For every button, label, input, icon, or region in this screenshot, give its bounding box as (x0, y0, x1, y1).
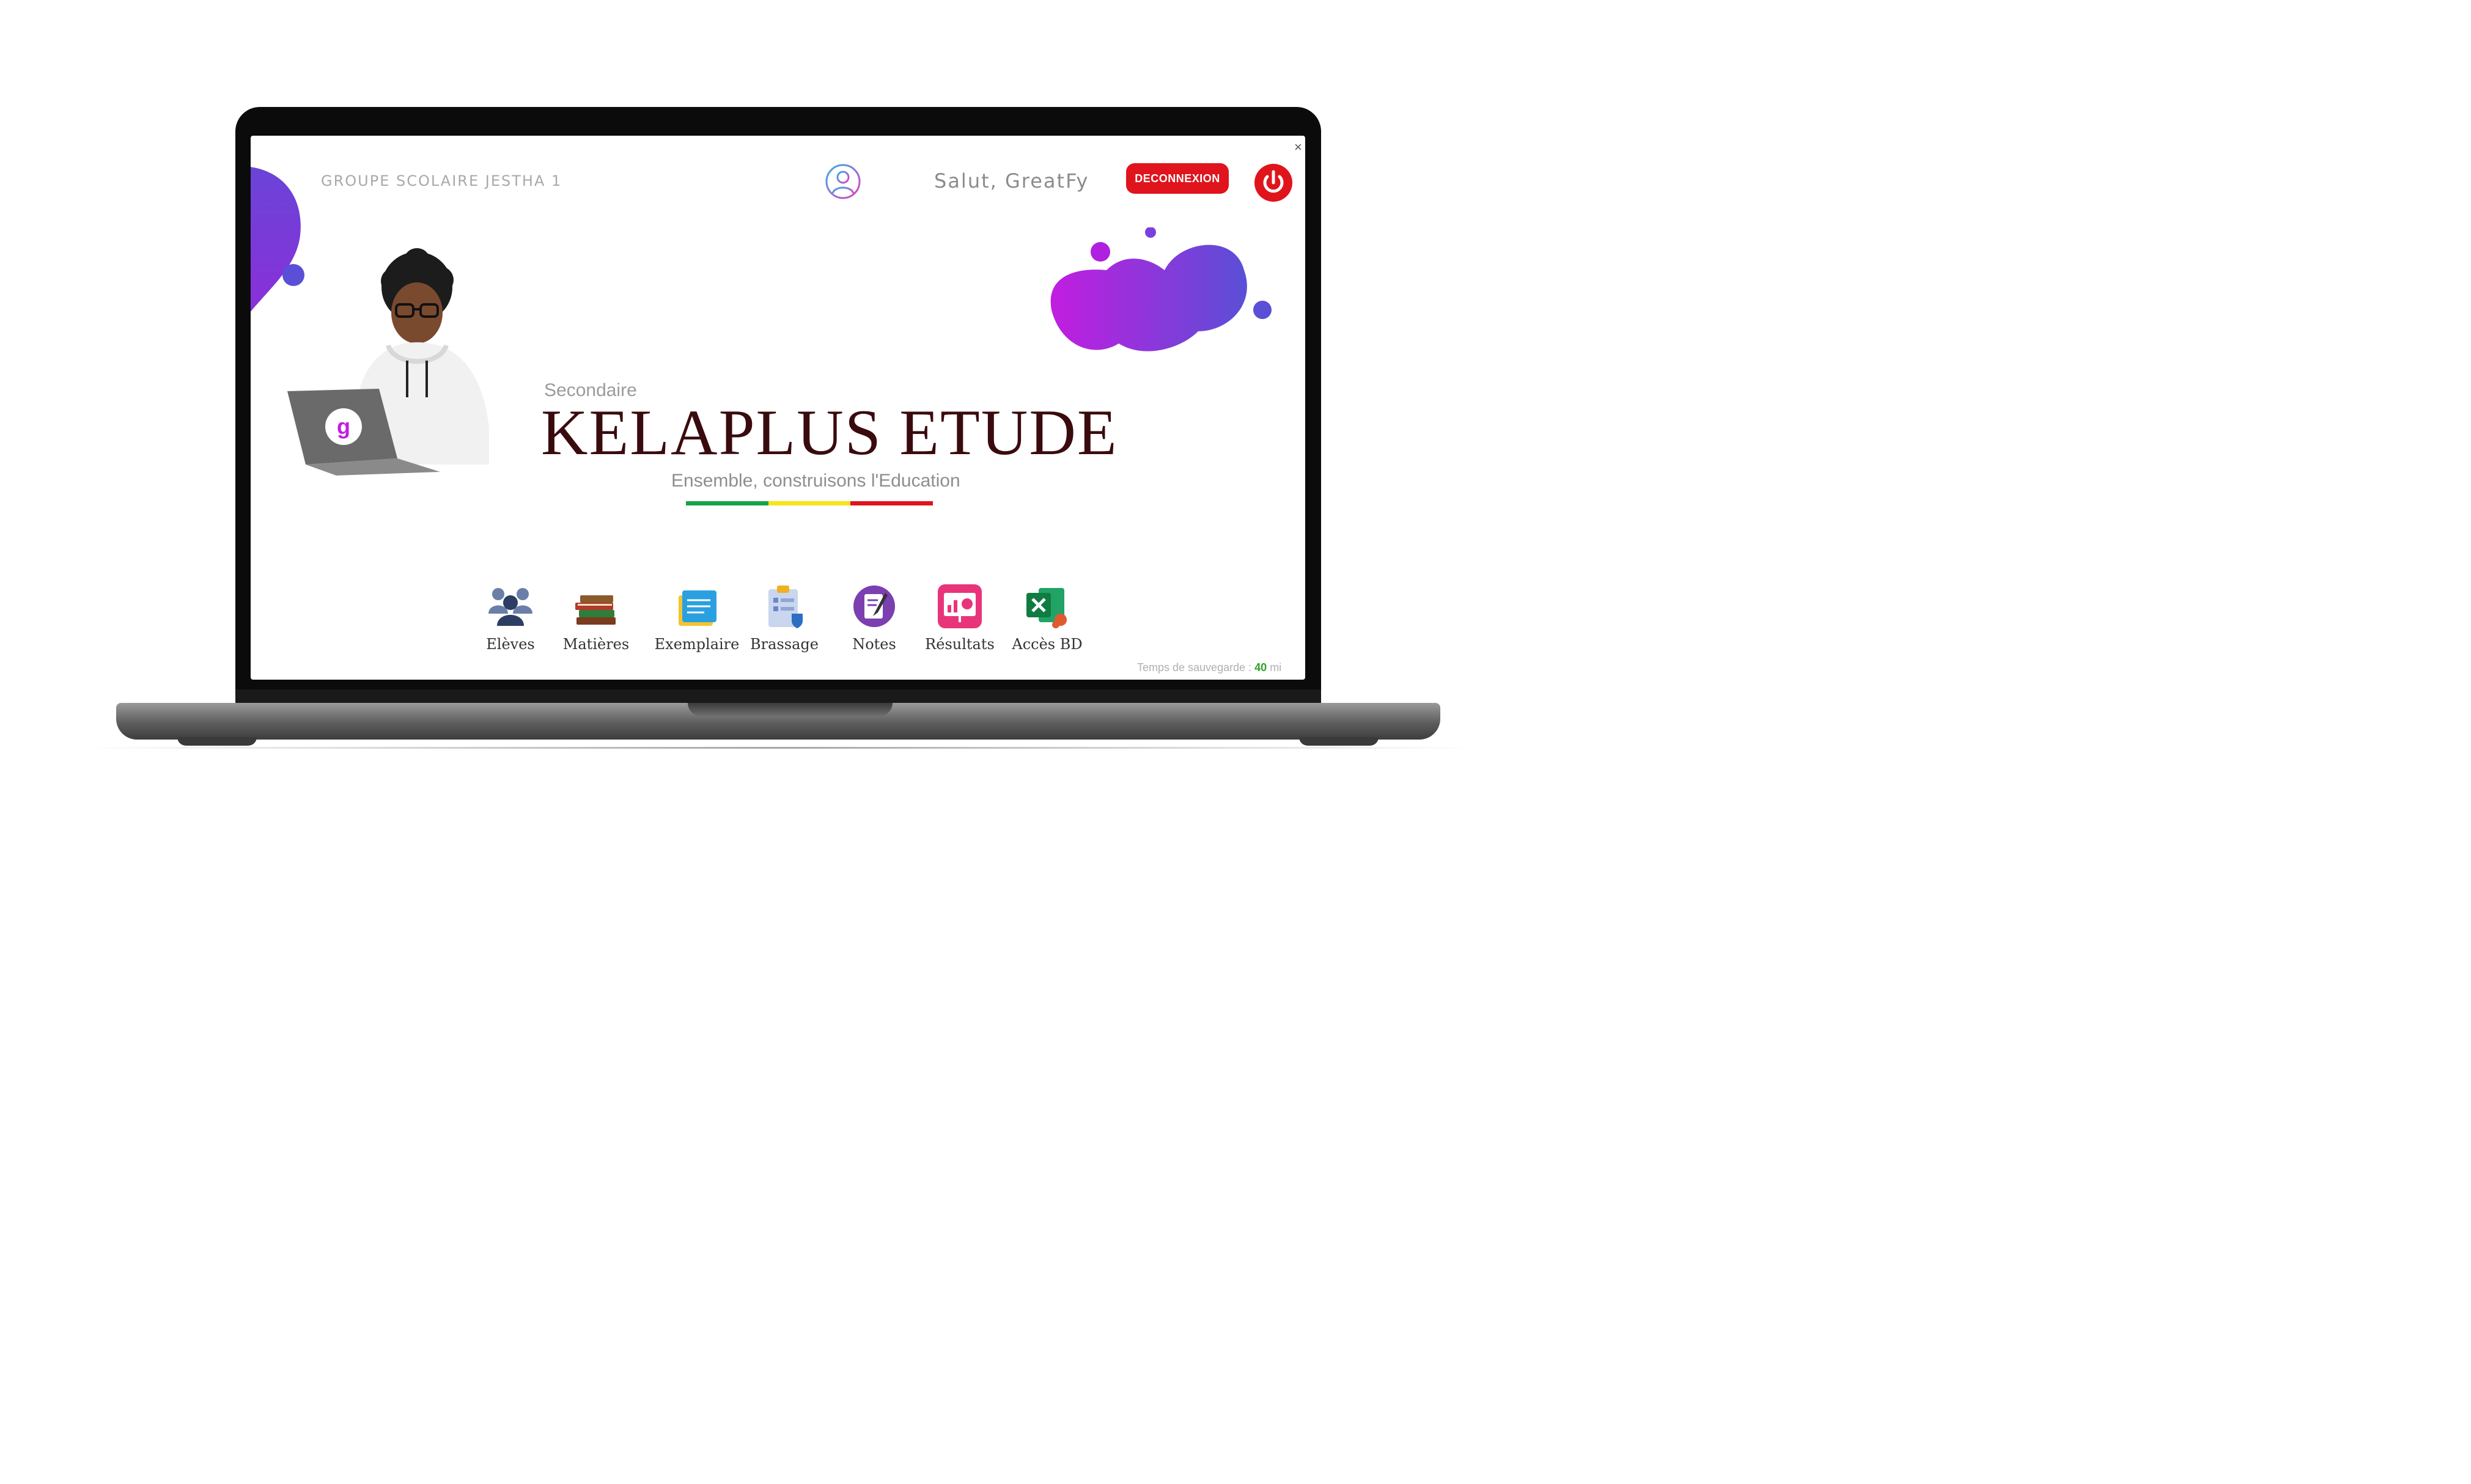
toolbar-item-acces-bd[interactable]: Accès BD (998, 582, 1096, 653)
clipboard-icon (768, 586, 803, 628)
notes-icon (853, 586, 895, 627)
autosave-value: 40 (1254, 661, 1267, 674)
stripe-yellow (768, 501, 851, 505)
character-illustration: g (287, 248, 489, 476)
laptop-lid-edge (235, 689, 1321, 703)
books-icon (575, 595, 616, 625)
user-greeting: Salut, GreatFy (934, 169, 1089, 193)
toolbar-label: Matières (562, 636, 630, 653)
stripe-red (850, 501, 934, 505)
toolbar-label: Accès BD (1012, 636, 1083, 653)
laptop-shadow (83, 747, 1476, 749)
organization-name: GROUPE SCOLAIRE JESTHA 1 (321, 172, 562, 189)
toolbar-label: Résultats (925, 636, 995, 653)
laptop-notch (688, 703, 893, 716)
toolbar-item-matieres[interactable]: Matières (547, 582, 645, 653)
laptop-foot-right (1299, 737, 1379, 746)
notepad-icon (679, 590, 716, 626)
excel-icon (1026, 588, 1067, 628)
autosave-unit: mi (1270, 661, 1282, 674)
toolbar-item-eleves[interactable]: Elèves (462, 582, 559, 653)
app-title: KELAPLUS ETUDE (541, 397, 1118, 468)
toolbar-label: Elèves (486, 636, 535, 653)
toolbar-item-resultats[interactable]: Résultats (911, 582, 1009, 653)
flag-stripe (686, 501, 934, 505)
autosave-status: Temps de sauvegarde : 40 mi (1137, 661, 1281, 674)
close-icon[interactable]: × (1294, 139, 1302, 155)
results-icon (938, 584, 982, 628)
toolbar-item-notes[interactable]: Notes (825, 582, 923, 653)
logout-button[interactable]: DECONNEXION (1126, 163, 1229, 194)
user-profile-icon[interactable] (824, 163, 862, 200)
stripe-green (686, 501, 768, 505)
autosave-label: Temps de sauvegarde : (1137, 661, 1252, 674)
app-slogan: Ensemble, construisons l'Education (671, 471, 960, 491)
power-icon[interactable] (1254, 163, 1293, 202)
decorative-blob-right (1050, 227, 1272, 351)
toolbar-item-exemplaire[interactable]: Exemplaire (648, 582, 746, 653)
toolbar-label: Notes (852, 636, 896, 653)
laptop-logo: g (337, 414, 350, 439)
toolbar-label: Brassage (750, 636, 819, 653)
students-icon (488, 588, 532, 626)
app-screen: GROUPE SCOLAIRE JESTHA 1 Salut, GreatFy … (251, 136, 1305, 680)
toolbar-item-brassage[interactable]: Brassage (735, 582, 833, 653)
laptop-foot-left (177, 737, 257, 746)
toolbar-label: Exemplaire (654, 636, 740, 653)
